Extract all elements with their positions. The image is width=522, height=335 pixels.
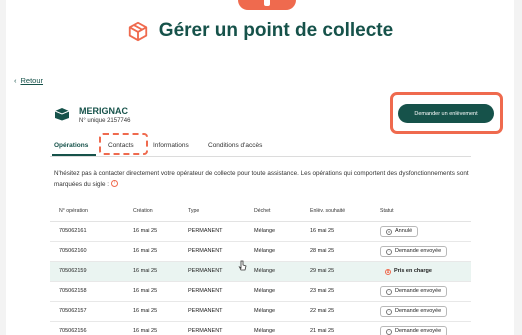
site-name: MERIGNAC: [79, 106, 128, 116]
cell-waste: Mélange: [254, 288, 276, 294]
cell-creation: 16 mai 25: [133, 328, 158, 334]
tab-informations[interactable]: Informations: [153, 142, 189, 149]
cell-creation: 16 mai 25: [133, 308, 158, 314]
cell-type: PERMANENT: [188, 248, 223, 254]
status-badge: ⧗ Pris en charge: [380, 266, 437, 277]
cell-waste: Mélange: [254, 248, 276, 254]
tab-divider: [50, 156, 471, 157]
cell-wished-pickup: 23 mai 25: [310, 288, 335, 294]
status-label: Annulé: [395, 228, 413, 234]
table-row[interactable]: 705062160 16 mai 25 PERMANENT Mélange 28 mai…: [50, 242, 471, 262]
table-row[interactable]: 705062156 16 mai 25 PERMANENT Mélange 21 mai…: [50, 322, 471, 335]
col-creation: Création: [133, 208, 153, 214]
page-title: Gérer un point de collecte: [158, 20, 394, 41]
cell-waste: Mélange: [254, 228, 276, 234]
status-badge: · Demande envoyée: [380, 286, 448, 297]
cell-operation: 705062157: [59, 308, 87, 314]
cell-type: PERMANENT: [188, 268, 223, 274]
page-header: Gérer un point de collecte: [6, 12, 514, 50]
cell-creation: 16 mai 25: [133, 248, 158, 254]
cell-type: PERMANENT: [188, 308, 223, 314]
site-id: N° unique 2157746: [79, 118, 131, 124]
tab-operations[interactable]: Opérations: [54, 142, 88, 149]
status-label: Demande envoyée: [395, 248, 442, 254]
table-row[interactable]: 705062157 16 mai 25 PERMANENT Mélange 22 mai…: [50, 302, 471, 322]
status-badge: · Demande envoyée: [380, 246, 448, 257]
status-badge: · Demande envoyée: [380, 326, 448, 335]
request-pickup-button[interactable]: Demander un enlèvement: [398, 104, 494, 123]
contacts-highlight-frame: [99, 133, 148, 155]
cell-operation: 705062158: [59, 288, 87, 294]
clock-icon: ·: [386, 288, 392, 295]
col-wished-pickup: Enlèv. souhaité: [310, 208, 346, 214]
status-label: Pris en charge: [394, 268, 432, 274]
warning-icon: !: [110, 180, 118, 188]
col-type: Type: [188, 208, 200, 214]
info-text: N'hésitez pas à contacter directement vo…: [54, 169, 474, 190]
col-operation: N° opération: [59, 208, 88, 214]
hourglass-icon: ⧗: [385, 268, 391, 275]
status-label: Demande envoyée: [395, 328, 442, 334]
cell-operation: 705062160: [59, 248, 87, 254]
top-badge-icon: [238, 0, 296, 10]
cell-wished-pickup: 28 mai 25: [310, 248, 335, 254]
package-icon: [128, 21, 147, 42]
page: Gérer un point de collecte ‹ Retour MERI…: [6, 0, 514, 335]
mouse-cursor-icon: [238, 260, 247, 271]
table-row[interactable]: 705062161 16 mai 25 PERMANENT Mélange 16 mai…: [50, 222, 471, 242]
status-badge: · Demande envoyée: [380, 306, 448, 317]
cell-wished-pickup: 16 mai 25: [310, 228, 335, 234]
table-row[interactable]: 705062158 16 mai 25 PERMANENT Mélange 23 mai…: [50, 282, 471, 302]
x-circle-icon: ×: [386, 228, 392, 235]
cell-waste: Mélange: [254, 308, 276, 314]
table-row[interactable]: 705062159 16 mai 25 PERMANENT Mélange 29 mai…: [50, 262, 471, 282]
cell-operation: 705062156: [59, 328, 87, 334]
site-package-icon: [54, 108, 70, 121]
cell-waste: Mélange: [254, 268, 276, 274]
cell-operation: 705062161: [59, 228, 87, 234]
col-status: Statut: [380, 208, 394, 214]
status-badge: × Annulé: [380, 226, 419, 237]
cell-creation: 16 mai 25: [133, 268, 158, 274]
col-waste: Déchet: [254, 208, 271, 214]
clock-icon: ·: [386, 248, 392, 255]
cell-waste: Mélange: [254, 328, 276, 334]
tab-access-conditions[interactable]: Conditions d'accès: [208, 142, 262, 149]
back-link-label: Retour: [20, 76, 44, 85]
cell-operation: 705062159: [59, 268, 87, 274]
cell-type: PERMANENT: [188, 328, 223, 334]
cell-creation: 16 mai 25: [133, 228, 158, 234]
clock-icon: ·: [386, 308, 392, 315]
status-label: Demande envoyée: [395, 288, 442, 294]
cell-type: PERMANENT: [188, 288, 223, 294]
status-label: Demande envoyée: [395, 308, 442, 314]
cell-type: PERMANENT: [188, 228, 223, 234]
cell-creation: 16 mai 25: [133, 288, 158, 294]
cell-wished-pickup: 21 mai 25: [310, 328, 335, 334]
table-header: N° opération Création Type Déchet Enlèv.…: [50, 204, 471, 222]
cell-wished-pickup: 29 mai 25: [310, 268, 335, 274]
clock-icon: ·: [386, 328, 392, 335]
cell-wished-pickup: 22 mai 25: [310, 308, 335, 314]
back-link[interactable]: ‹ Retour: [14, 76, 43, 85]
chevron-left-icon: ‹: [14, 76, 17, 85]
